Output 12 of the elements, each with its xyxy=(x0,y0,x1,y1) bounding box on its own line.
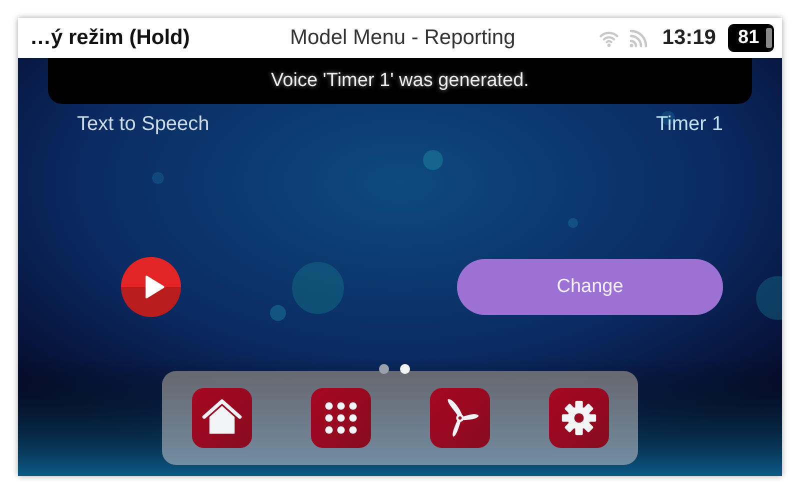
setting-label: Text to Speech xyxy=(77,112,210,136)
setting-value: Timer 1 xyxy=(656,112,723,136)
settings-icon[interactable] xyxy=(549,388,609,448)
change-button[interactable]: Change xyxy=(457,259,723,315)
clock-time: 13:19 xyxy=(662,26,716,50)
mode-label: …ý režim (Hold) xyxy=(30,26,191,50)
propeller-icon[interactable] xyxy=(430,388,490,448)
toast-message: Voice 'Timer 1' was generated. xyxy=(271,70,529,92)
home-icon[interactable] xyxy=(192,388,252,448)
grid-icon[interactable] xyxy=(311,388,371,448)
screen-title: Model Menu - Reporting xyxy=(290,26,516,50)
battery-indicator: 81 xyxy=(728,24,774,52)
